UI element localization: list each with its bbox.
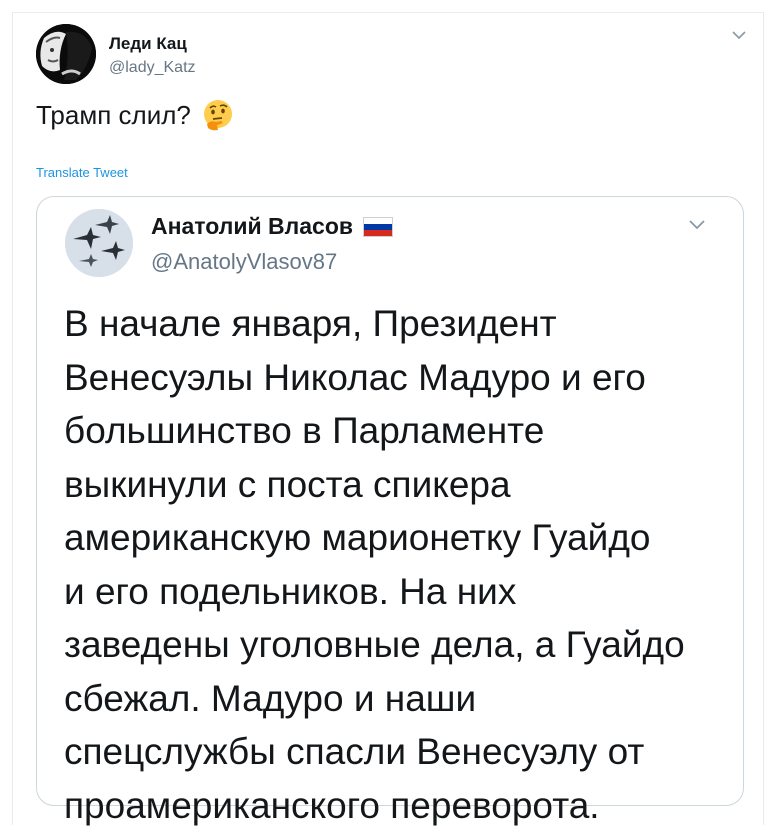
author-name[interactable]: Леди Кац xyxy=(109,34,187,54)
text-line: сбежал. Мадуро и наши xyxy=(64,672,734,726)
quoted-author-name-text: Анатолий Власов xyxy=(151,213,353,240)
jets-avatar-image xyxy=(65,209,133,277)
quoted-tweet-text: В начале января, Президент Венесуэлы Ник… xyxy=(64,297,734,832)
quoted-avatar[interactable] xyxy=(65,209,133,277)
text-line: и его подельников. На них xyxy=(64,565,734,619)
tweet-text: Трамп слил? xyxy=(36,98,235,132)
avatar[interactable] xyxy=(36,24,96,84)
chevron-down-icon[interactable] xyxy=(730,28,748,42)
text-line: Венесуэлы Николас Мадуро и его xyxy=(64,351,734,405)
text-line: заведены уголовные дела, а Гуайдо xyxy=(64,618,734,672)
quoted-author-handle[interactable]: @AnatolyVlasov87 xyxy=(151,249,337,275)
text-line: проамериканского переворота. xyxy=(64,779,734,832)
author-handle[interactable]: @lady_Katz xyxy=(109,59,196,77)
thinking-face-icon xyxy=(201,98,235,132)
text-line: большинство в Парламенте xyxy=(64,404,734,458)
avatar-image xyxy=(36,24,96,84)
quoted-author-name[interactable]: Анатолий Власов xyxy=(151,213,393,240)
text-line: спецслужбы спасли Венесуэлу от xyxy=(64,725,734,779)
text-line: В начале января, Президент xyxy=(64,297,734,351)
tweet-text-content: Трамп слил? xyxy=(36,100,191,131)
translate-tweet-link[interactable]: Translate Tweet xyxy=(36,165,128,180)
russia-flag-icon xyxy=(363,217,393,237)
text-line: выкинули с поста спикера xyxy=(64,458,734,512)
text-line: американскую марионетку Гуайдо xyxy=(64,511,734,565)
tweet-header: Леди Кац @lady_Katz xyxy=(36,24,756,88)
quoted-tweet[interactable]: Анатолий Власов @AnatolyVlasov87 В начал… xyxy=(36,196,744,806)
chevron-down-icon[interactable] xyxy=(687,217,707,231)
